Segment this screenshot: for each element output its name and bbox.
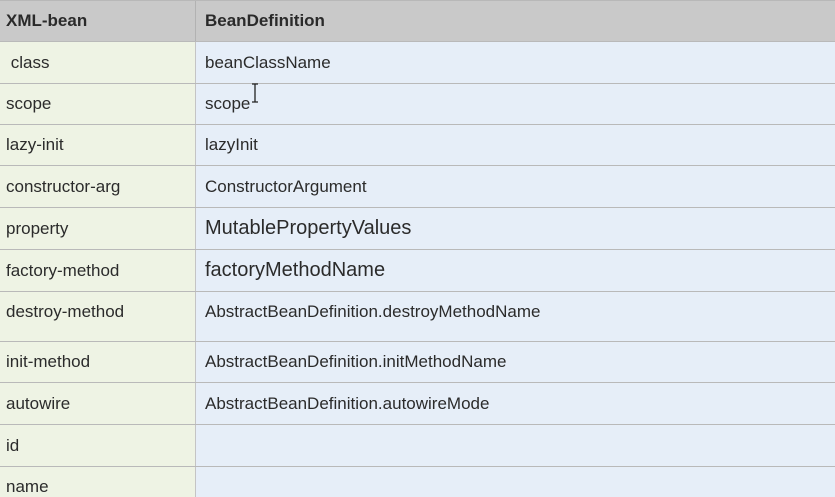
xml-cell: lazy-init: [0, 125, 196, 165]
mapping-table: XML-bean BeanDefinition class beanClassN…: [0, 0, 835, 497]
xml-cell: autowire: [0, 383, 196, 424]
xml-cell: init-method: [0, 342, 196, 382]
xml-cell: constructor-arg: [0, 166, 196, 207]
bean-cell: factoryMethodName: [196, 250, 835, 291]
xml-cell: name: [0, 467, 196, 497]
bean-cell: lazyInit: [196, 125, 835, 165]
bean-cell: AbstractBeanDefinition.initMethodName: [196, 342, 835, 382]
xml-cell: scope: [0, 84, 196, 124]
bean-cell: beanClassName: [196, 42, 835, 83]
bean-cell: AbstractBeanDefinition.autowireMode: [196, 383, 835, 424]
bean-cell: scope: [196, 84, 835, 124]
xml-cell: destroy-method: [0, 292, 196, 341]
table-row: init-method AbstractBeanDefinition.initM…: [0, 342, 835, 383]
table-row: name: [0, 467, 835, 497]
table-row: property MutablePropertyValues: [0, 208, 835, 250]
xml-cell: id: [0, 425, 196, 466]
xml-cell: factory-method: [0, 250, 196, 291]
bean-cell: [196, 467, 835, 497]
table-row: constructor-arg ConstructorArgument: [0, 166, 835, 208]
xml-cell: property: [0, 208, 196, 249]
bean-cell: MutablePropertyValues: [196, 208, 835, 249]
table-row: scope scope: [0, 84, 835, 125]
bean-cell: [196, 425, 835, 466]
bean-cell: ConstructorArgument: [196, 166, 835, 207]
header-xml-bean: XML-bean: [0, 1, 196, 41]
xml-cell: class: [0, 42, 196, 83]
table-row: class beanClassName: [0, 42, 835, 84]
table-row: lazy-init lazyInit: [0, 125, 835, 166]
table-row: factory-method factoryMethodName: [0, 250, 835, 292]
bean-cell: AbstractBeanDefinition.destroyMethodName: [196, 292, 835, 341]
table-row: destroy-method AbstractBeanDefinition.de…: [0, 292, 835, 342]
header-bean-definition: BeanDefinition: [196, 1, 835, 41]
table-header-row: XML-bean BeanDefinition: [0, 1, 835, 42]
table-row: id: [0, 425, 835, 467]
table-row: autowire AbstractBeanDefinition.autowire…: [0, 383, 835, 425]
